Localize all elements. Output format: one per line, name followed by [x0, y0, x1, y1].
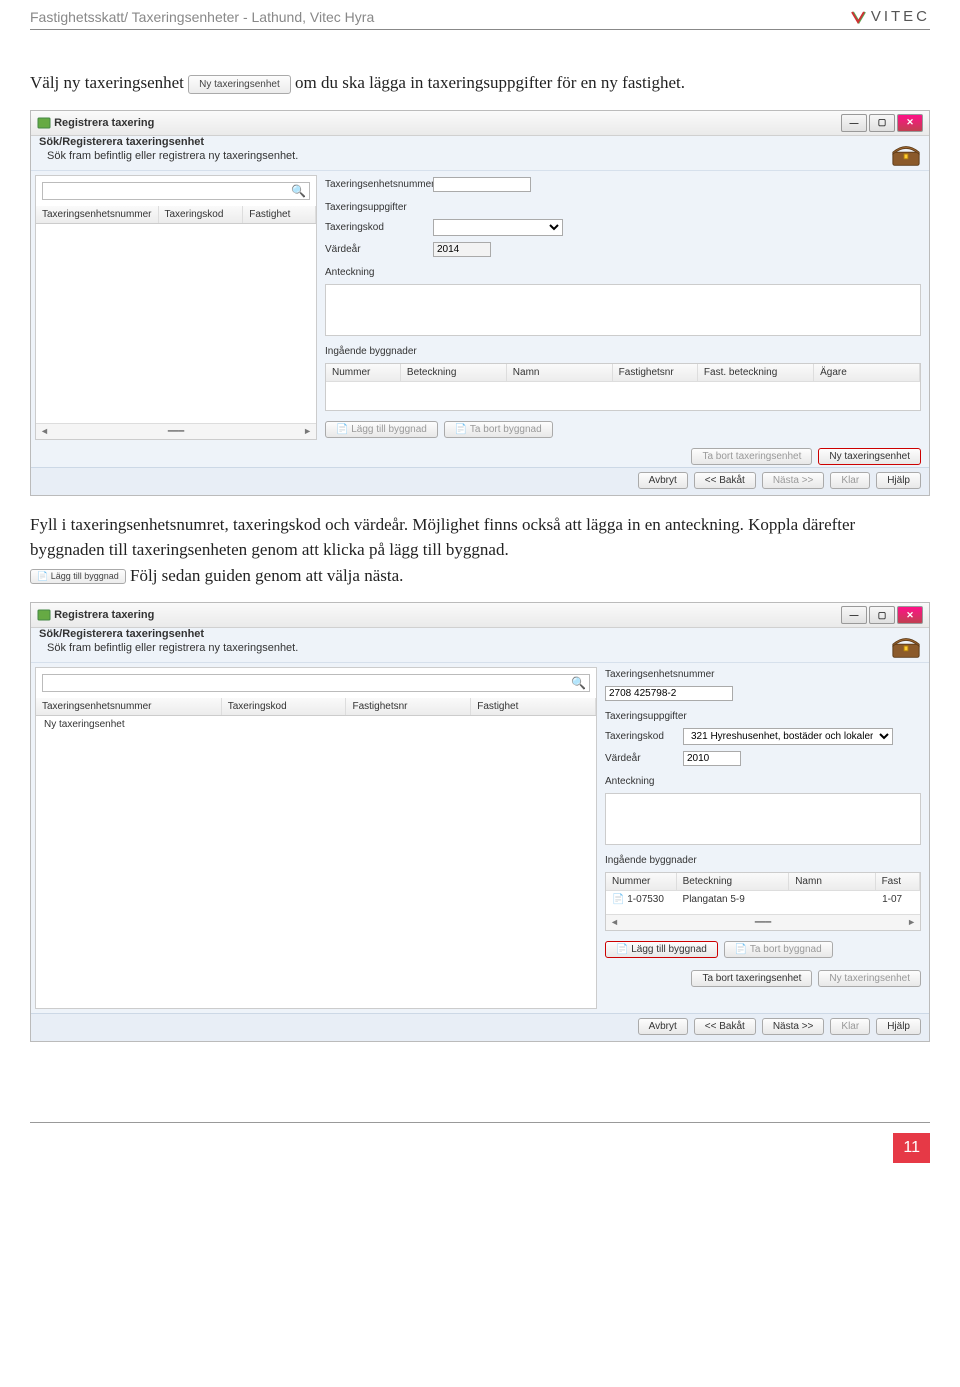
window-title: Registrera taxering	[54, 609, 154, 621]
left-search-panel: 🔍 Taxeringsenhetsnummer Taxeringskod Fas…	[35, 667, 597, 1009]
new-unit-button[interactable]: Ny taxeringsenhet	[818, 448, 921, 465]
remove-building-button[interactable]: 📄 Ta bort byggnad	[724, 941, 833, 958]
new-taxation-unit-inline-button: Ny taxeringsenhet	[188, 75, 291, 94]
cancel-button[interactable]: Avbryt	[638, 1018, 688, 1035]
included-buildings-label: Ingående byggnader	[605, 855, 921, 866]
remove-building-button[interactable]: 📄 Ta bort byggnad	[444, 421, 553, 438]
remove-unit-button[interactable]: Ta bort taxeringsenhet	[691, 448, 812, 465]
back-button[interactable]: << Bakåt	[694, 472, 756, 489]
taxation-code-label: Taxeringskod	[605, 731, 675, 742]
treasure-chest-icon	[891, 634, 921, 660]
window-icon	[37, 117, 51, 129]
section-title: Sök/Registerera taxeringsenhet	[31, 628, 929, 642]
list-item[interactable]: Ny taxeringsenhet	[36, 716, 596, 733]
note-textarea[interactable]	[605, 793, 921, 845]
help-button[interactable]: Hjälp	[876, 1018, 921, 1035]
left-table-header: Taxeringsenhetsnummer Taxeringskod Fasti…	[36, 206, 316, 224]
unit-number-input[interactable]	[605, 686, 733, 701]
close-button[interactable]: ✕	[897, 114, 923, 132]
section-title: Sök/Registerera taxeringsenhet	[31, 136, 929, 150]
maximize-button[interactable]: ▢	[869, 114, 895, 132]
brand-logo: VITEC	[851, 8, 930, 25]
next-button[interactable]: Nästa >>	[762, 472, 825, 489]
add-building-button[interactable]: 📄 Lägg till byggnad	[325, 421, 438, 438]
search-icon[interactable]: 🔍	[291, 184, 306, 198]
table-row[interactable]: 📄 1-07530 Plangatan 5-9 1-07	[606, 891, 920, 908]
search-input[interactable]	[42, 674, 590, 692]
page-number: 11	[893, 1133, 930, 1163]
register-taxation-window-2: Registrera taxering — ▢ ✕ Sök/Registerer…	[30, 602, 930, 1042]
minimize-button[interactable]: —	[841, 114, 867, 132]
note-label: Anteckning	[325, 267, 921, 278]
taxation-code-select[interactable]	[433, 219, 563, 236]
taxation-details-label: Taxeringsuppgifter	[605, 711, 921, 722]
paragraph-2: Fyll i taxeringsenhetsnumret, taxeringsk…	[30, 512, 930, 589]
back-button[interactable]: << Bakåt	[694, 1018, 756, 1035]
note-textarea[interactable]	[325, 284, 921, 336]
left-table-header: Taxeringsenhetsnummer Taxeringskod Fasti…	[36, 698, 596, 716]
taxation-code-select[interactable]: 321 Hyreshusenhet, bostäder och lokaler	[683, 728, 893, 745]
value-year-input[interactable]	[433, 242, 491, 257]
note-label: Anteckning	[605, 776, 921, 787]
unit-number-label: Taxeringsenhetsnummer	[605, 669, 705, 680]
buildings-grid: Nummer Beteckning Namn Fast 📄 1-07530 Pl…	[605, 872, 921, 931]
new-unit-button[interactable]: Ny taxeringsenhet	[818, 970, 921, 987]
minimize-button[interactable]: —	[841, 606, 867, 624]
value-year-input[interactable]	[683, 751, 741, 766]
document-header-title: Fastighetsskatt/ Taxeringsenheter - Lath…	[30, 9, 374, 25]
window-icon	[37, 609, 51, 621]
finish-button[interactable]: Klar	[830, 472, 870, 489]
close-button[interactable]: ✕	[897, 606, 923, 624]
taxation-code-label: Taxeringskod	[325, 222, 425, 233]
treasure-chest-icon	[891, 142, 921, 168]
cancel-button[interactable]: Avbryt	[638, 472, 688, 489]
next-button[interactable]: Nästa >>	[762, 1018, 825, 1035]
unit-number-label: Taxeringsenhetsnummer	[325, 179, 425, 190]
add-building-button[interactable]: 📄 Lägg till byggnad	[605, 941, 718, 958]
included-buildings-label: Ingående byggnader	[325, 346, 921, 357]
maximize-button[interactable]: ▢	[869, 606, 895, 624]
remove-unit-button[interactable]: Ta bort taxeringsenhet	[691, 970, 812, 987]
value-year-label: Värdeår	[325, 244, 425, 255]
section-description: Sök fram befintlig eller registrera ny t…	[47, 642, 298, 654]
register-taxation-window-1: Registrera taxering — ▢ ✕ Sök/Registerer…	[30, 110, 930, 496]
left-search-panel: 🔍 Taxeringsenhetsnummer Taxeringskod Fas…	[35, 175, 317, 440]
add-building-inline-button: 📄 Lägg till byggnad	[30, 569, 126, 585]
search-icon[interactable]: 🔍	[571, 676, 586, 690]
section-description: Sök fram befintlig eller registrera ny t…	[47, 150, 298, 162]
taxation-details-label: Taxeringsuppgifter	[325, 202, 921, 213]
finish-button[interactable]: Klar	[830, 1018, 870, 1035]
window-title: Registrera taxering	[54, 117, 154, 129]
buildings-grid: Nummer Beteckning Namn Fastighetsnr Fast…	[325, 363, 921, 411]
paragraph-1: Välj ny taxeringsenhet Ny taxeringsenhet…	[30, 70, 930, 96]
unit-number-input[interactable]	[433, 177, 531, 192]
help-button[interactable]: Hjälp	[876, 472, 921, 489]
value-year-label: Värdeår	[605, 753, 675, 764]
search-input[interactable]	[42, 182, 310, 200]
